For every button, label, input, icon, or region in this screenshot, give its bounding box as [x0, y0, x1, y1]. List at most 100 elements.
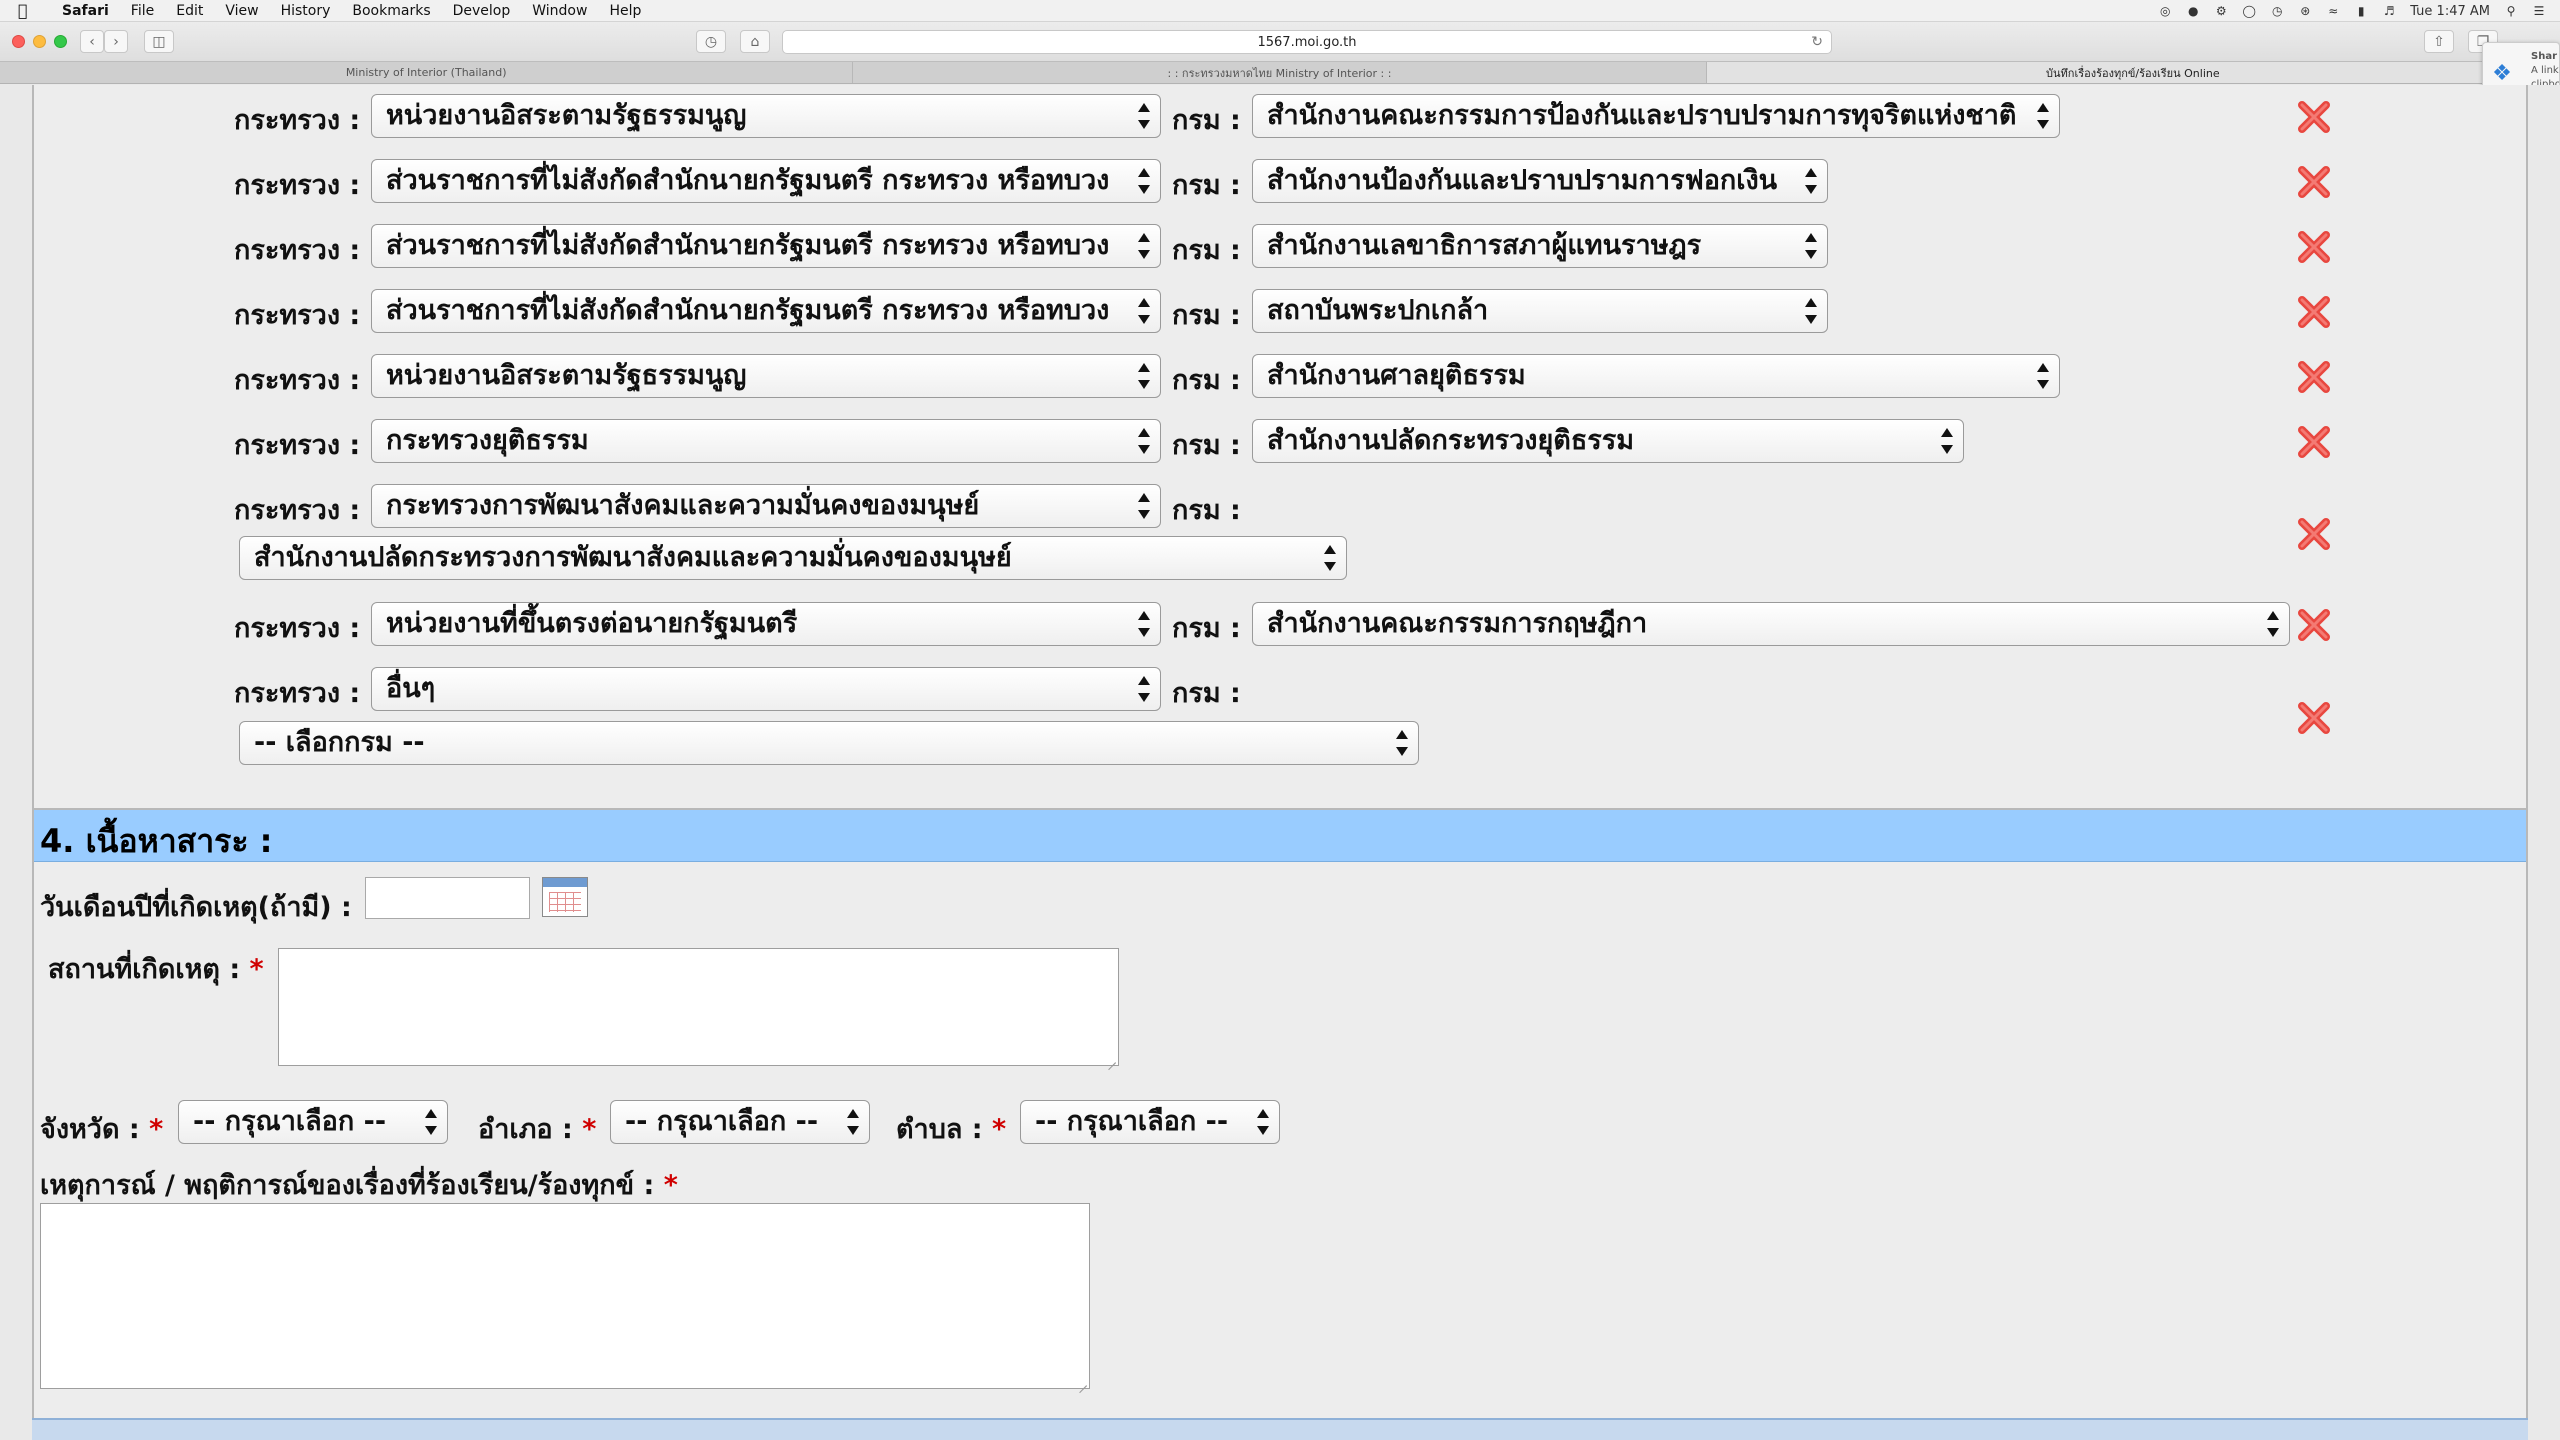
dropbox-icon: ❖: [2492, 61, 2512, 86]
calendar-icon[interactable]: [542, 877, 588, 917]
status-gear-icon[interactable]: ⚙: [2214, 4, 2228, 18]
department-select[interactable]: สำนักงานศาลยุติธรรม: [1252, 354, 2060, 398]
subdistrict-select[interactable]: -- กรุณาเลือก --: [1020, 1100, 1280, 1144]
resize-handle-icon[interactable]: [1106, 1053, 1116, 1063]
menu-help[interactable]: Help: [609, 3, 641, 19]
menu-history[interactable]: History: [281, 3, 331, 19]
event-description-label-text: เหตุการณ์ / พฤติการณ์ของเรื่องที่ร้องเรี…: [40, 1170, 655, 1201]
history-button[interactable]: ◷: [696, 30, 726, 53]
delete-row-icon[interactable]: [2294, 227, 2334, 267]
delete-row-icon[interactable]: [2294, 97, 2334, 137]
window-close-button[interactable]: [12, 35, 25, 48]
ministry-label: กระทรวง :: [234, 105, 361, 136]
menu-bookmarks[interactable]: Bookmarks: [352, 3, 430, 19]
status-chat-icon[interactable]: ◯: [2242, 4, 2256, 18]
menu-view[interactable]: View: [225, 3, 258, 19]
ministry-select[interactable]: ส่วนราชการที่ไม่สังกัดสำนักนายกรัฐมนตรี …: [371, 159, 1161, 203]
tab-ministry-of-interior[interactable]: Ministry of Interior (Thailand): [0, 62, 854, 83]
tab-moi-home[interactable]: : : กระทรวงมหาดไทย Ministry of Interior …: [853, 62, 1707, 83]
menu-safari[interactable]: Safari: [62, 3, 109, 19]
select-arrows-icon: [2037, 363, 2049, 389]
window-minimize-button[interactable]: [33, 35, 46, 48]
share-icon: ⇧: [2433, 33, 2445, 50]
delete-row-icon[interactable]: [2294, 698, 2334, 738]
notification-title: Shar: [2531, 51, 2558, 62]
menu-edit[interactable]: Edit: [176, 3, 203, 19]
province-select[interactable]: -- กรุณาเลือก --: [178, 1100, 448, 1144]
resize-handle-icon[interactable]: [1077, 1376, 1087, 1386]
browser-toolbar: ‹ › ◫ ◷ ⌂ 1567.moi.go.th ↻ ⇧ ❐: [0, 22, 2560, 62]
forward-button[interactable]: ›: [104, 30, 128, 53]
delete-row-icon[interactable]: [2294, 605, 2334, 645]
status-battery-icon[interactable]: ▮: [2354, 4, 2368, 18]
ministry-label: กระทรวง :: [234, 495, 361, 526]
ministry-select[interactable]: ส่วนราชการที่ไม่สังกัดสำนักนายกรัฐมนตรี …: [371, 224, 1161, 268]
delete-row-icon[interactable]: [2294, 422, 2334, 462]
department-select[interactable]: สำนักงานปลัดกระทรวงยุติธรรม: [1252, 419, 1964, 463]
status-extension-icon[interactable]: ◎: [2158, 4, 2172, 18]
apple-menu-icon[interactable]: : [18, 1, 40, 20]
department-select[interactable]: สำนักงานเลขาธิการสภาผู้แทนราษฎร: [1252, 224, 1828, 268]
department-select[interactable]: สถาบันพระปกเกล้า: [1252, 289, 1828, 333]
required-mark: *: [149, 1114, 164, 1145]
incident-date-input[interactable]: [365, 877, 530, 919]
ministry-select[interactable]: หน่วยงานอิสระตามรัฐธรรมนูญ: [371, 94, 1161, 138]
tab-label: : : กระทรวงมหาดไทย Ministry of Interior …: [1167, 66, 1392, 80]
department-select[interactable]: สำนักงานคณะกรรมการกฤษฎีกา: [1252, 602, 2290, 646]
ministry-label: กระทรวง :: [234, 613, 361, 644]
department-label: กรม :: [1172, 170, 1241, 201]
tab-complaint-online[interactable]: บันทึกเรื่องร้องทุกข์/ร้องเรียน Online: [1706, 62, 2560, 83]
ministry-select[interactable]: ส่วนราชการที่ไม่สังกัดสำนักนายกรัฐมนตรี …: [371, 289, 1161, 333]
clock-icon: ◷: [704, 33, 718, 50]
required-mark: *: [249, 954, 264, 985]
sidebar-icon: ◫: [152, 33, 166, 50]
department-select[interactable]: สำนักงานปลัดกระทรวงการพัฒนาสังคมและความม…: [239, 536, 1347, 580]
delete-row-icon[interactable]: [2294, 514, 2334, 554]
address-bar[interactable]: 1567.moi.go.th ↻: [782, 30, 1832, 54]
department-select[interactable]: -- เลือกกรม --: [239, 721, 1419, 765]
notification-center-icon[interactable]: ☰: [2532, 4, 2546, 18]
ministry-select[interactable]: อื่นๆ: [371, 667, 1161, 711]
window-fullscreen-button[interactable]: [54, 35, 67, 48]
share-button[interactable]: ⇧: [2424, 30, 2454, 53]
back-button[interactable]: ‹: [80, 30, 104, 53]
ministry-select[interactable]: หน่วยงานที่ขึ้นตรงต่อนายกรัฐมนตรี: [371, 602, 1161, 646]
menu-develop[interactable]: Develop: [453, 3, 511, 19]
district-select[interactable]: -- กรุณาเลือก --: [610, 1100, 870, 1144]
select-arrows-icon: [1138, 676, 1150, 702]
delete-row-icon[interactable]: [2294, 292, 2334, 332]
select-arrows-icon: [1805, 168, 1817, 194]
event-description-textarea[interactable]: [40, 1203, 1090, 1389]
ministry-select[interactable]: หน่วยงานอิสระตามรัฐธรรมนูญ: [371, 354, 1161, 398]
select-arrows-icon: [1138, 428, 1150, 454]
select-arrows-icon: [1396, 730, 1408, 756]
status-bluetooth-icon[interactable]: ⊛: [2298, 4, 2312, 18]
select-arrows-icon: [1257, 1109, 1269, 1135]
sidebar-button[interactable]: ◫: [144, 30, 174, 53]
delete-row-icon[interactable]: [2294, 357, 2334, 397]
department-label: กรม :: [1172, 105, 1241, 136]
status-timemachine-icon[interactable]: ◷: [2270, 4, 2284, 18]
status-record-icon[interactable]: ●: [2186, 4, 2200, 18]
department-select-value: -- เลือกกรม --: [254, 727, 425, 758]
spotlight-search-icon[interactable]: ⚲: [2504, 4, 2518, 18]
status-volume-icon[interactable]: ♬: [2382, 4, 2396, 18]
delete-row-icon[interactable]: [2294, 162, 2334, 202]
ministry-select-value: ส่วนราชการที่ไม่สังกัดสำนักนายกรัฐมนตรี …: [386, 295, 1110, 326]
notification-line1: A link: [2531, 65, 2559, 76]
home-button[interactable]: ⌂: [740, 30, 770, 53]
clock[interactable]: Tue 1:47 AM: [2410, 4, 2490, 19]
reload-icon[interactable]: ↻: [1811, 34, 1823, 50]
ministry-select[interactable]: กระทรวงยุติธรรม: [371, 419, 1161, 463]
status-wifi-icon[interactable]: ≈: [2326, 4, 2340, 18]
select-arrows-icon: [1138, 103, 1150, 129]
tab-label: บันทึกเรื่องร้องทุกข์/ร้องเรียน Online: [2046, 66, 2220, 80]
menu-window[interactable]: Window: [532, 3, 587, 19]
department-select[interactable]: สำนักงานคณะกรรมการป้องกันและปราบปรามการท…: [1252, 94, 2060, 138]
ministry-select-value: กระทรวงการพัฒนาสังคมและความมั่นคงของมนุษ…: [386, 490, 980, 521]
ministry-select[interactable]: กระทรวงการพัฒนาสังคมและความมั่นคงของมนุษ…: [371, 484, 1161, 528]
department-select[interactable]: สำนักงานป้องกันและปราบปรามการฟอกเงิน: [1252, 159, 1828, 203]
incident-place-textarea[interactable]: [278, 948, 1119, 1066]
ministry-select-value: อื่นๆ: [386, 673, 436, 704]
menu-file[interactable]: File: [131, 3, 154, 19]
